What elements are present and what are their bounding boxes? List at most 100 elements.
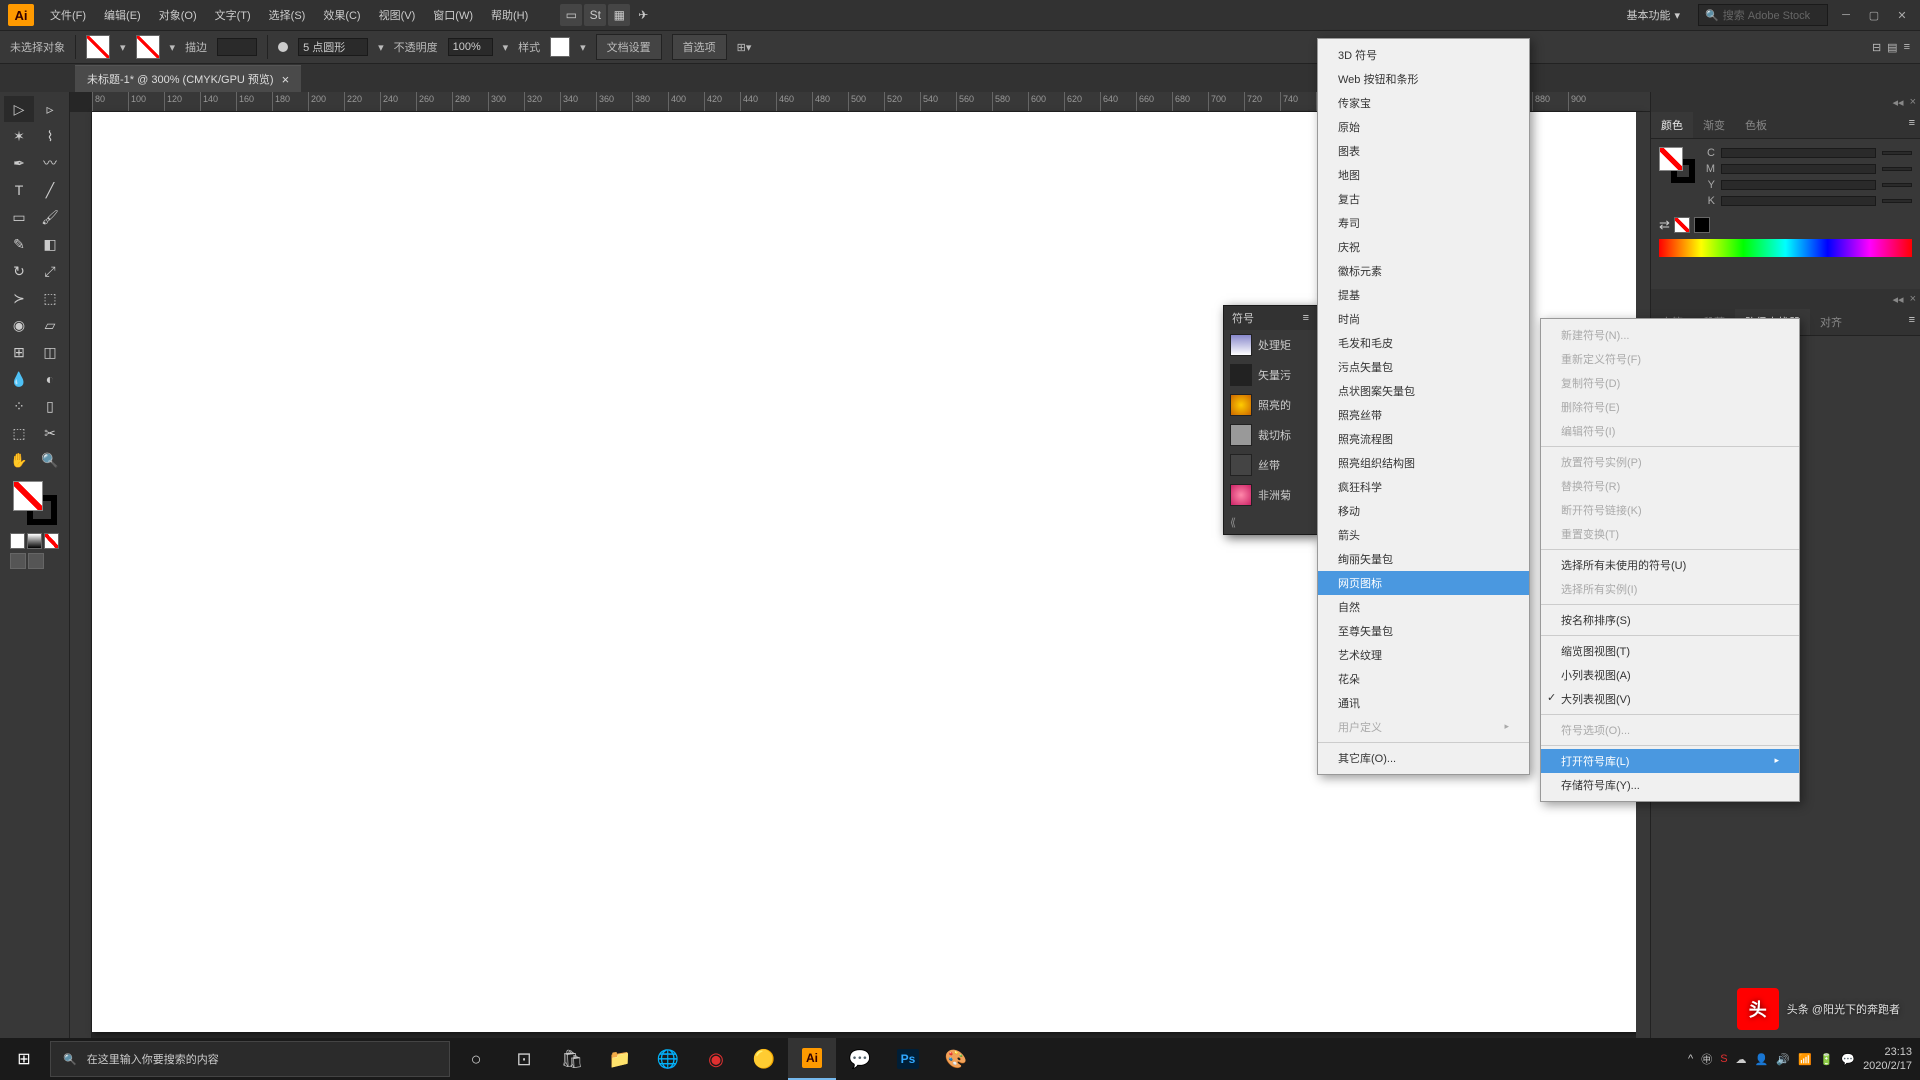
library-item[interactable]: 箭头: [1318, 523, 1529, 547]
tab-swatches[interactable]: 色板: [1735, 112, 1777, 138]
menu-view[interactable]: 视图(V): [371, 3, 424, 27]
menu-object[interactable]: 对象(O): [151, 3, 205, 27]
menu-help[interactable]: 帮助(H): [483, 3, 536, 27]
minimize-button[interactable]: ─: [1836, 7, 1856, 23]
library-item[interactable]: 传家宝: [1318, 91, 1529, 115]
screen-mode-normal[interactable]: [10, 553, 26, 569]
align-icon[interactable]: ⊞▾: [737, 41, 752, 54]
c-slider[interactable]: [1721, 148, 1876, 158]
library-item[interactable]: 通讯: [1318, 691, 1529, 715]
color-mode-solid[interactable]: [10, 533, 25, 549]
pen-tool[interactable]: ✒: [4, 150, 34, 176]
color-mode-none[interactable]: [44, 533, 59, 549]
brush-input[interactable]: [298, 38, 368, 56]
gpu-icon[interactable]: ✈: [632, 4, 654, 26]
y-value[interactable]: [1882, 183, 1912, 187]
tab-gradient[interactable]: 渐变: [1693, 112, 1735, 138]
blend-tool[interactable]: ◐: [35, 366, 65, 392]
library-item[interactable]: 点状图案矢量包: [1318, 379, 1529, 403]
library-item[interactable]: 移动: [1318, 499, 1529, 523]
library-item[interactable]: 艺术纹理: [1318, 643, 1529, 667]
workspace-selector[interactable]: 基本功能 ▾: [1616, 4, 1690, 26]
illustrator-taskbar-icon[interactable]: Ai: [788, 1038, 836, 1080]
menubar-icon-1[interactable]: ▭: [560, 4, 582, 26]
library-item[interactable]: 照亮组织结构图: [1318, 451, 1529, 475]
stroke-weight-input[interactable]: [217, 38, 257, 56]
taskbar-search[interactable]: 🔍 在这里输入你要搜索的内容: [50, 1041, 450, 1077]
close-panel-icon[interactable]: ×: [1910, 96, 1916, 108]
browser-icon[interactable]: 🌐: [644, 1038, 692, 1080]
library-item[interactable]: 毛发和毛皮: [1318, 331, 1529, 355]
task-view-icon[interactable]: ⊡: [500, 1038, 548, 1080]
menu-edit[interactable]: 编辑(E): [96, 3, 149, 27]
collapse-icon[interactable]: ◂◂: [1893, 96, 1904, 109]
perspective-tool[interactable]: ▱: [35, 312, 65, 338]
color-mode-gradient[interactable]: [27, 533, 42, 549]
preferences-button[interactable]: 首选项: [672, 34, 727, 60]
photoshop-icon[interactable]: Ps: [884, 1038, 932, 1080]
maximize-button[interactable]: ▢: [1864, 7, 1884, 23]
flyout-item[interactable]: 缩览图视图(T): [1541, 639, 1799, 663]
ruler-vertical[interactable]: [70, 112, 92, 1058]
width-tool[interactable]: ≻: [4, 285, 34, 311]
start-button[interactable]: ⊞: [0, 1038, 48, 1080]
library-item[interactable]: 自然: [1318, 595, 1529, 619]
brush-tool[interactable]: 🖌: [35, 204, 65, 230]
library-item[interactable]: 时尚: [1318, 307, 1529, 331]
library-item[interactable]: 提基: [1318, 283, 1529, 307]
tray-people-icon[interactable]: 👤: [1755, 1053, 1769, 1066]
color-spectrum[interactable]: [1659, 239, 1912, 257]
y-slider[interactable]: [1721, 180, 1876, 190]
tray-cloud-icon[interactable]: ☁: [1736, 1053, 1747, 1066]
paint-icon[interactable]: 🎨: [932, 1038, 980, 1080]
library-item[interactable]: 花朵: [1318, 667, 1529, 691]
panel-menu-icon[interactable]: ≡: [1904, 112, 1920, 138]
library-item[interactable]: 污点矢量包: [1318, 355, 1529, 379]
m-slider[interactable]: [1721, 164, 1876, 174]
tab-align[interactable]: 对齐: [1810, 309, 1852, 335]
flyout-item[interactable]: 大列表视图(V): [1541, 687, 1799, 711]
wechat-icon[interactable]: 💬: [836, 1038, 884, 1080]
library-item[interactable]: 照亮丝带: [1318, 403, 1529, 427]
tray-action-icon[interactable]: 💬: [1841, 1053, 1855, 1066]
magic-wand-tool[interactable]: ✶: [4, 123, 34, 149]
symbol-spray-tool[interactable]: ⁘: [4, 393, 34, 419]
style-swatch[interactable]: [550, 37, 570, 57]
zoom-tool[interactable]: 🔍: [35, 447, 65, 473]
slice-tool[interactable]: ✂: [35, 420, 65, 446]
menu-type[interactable]: 文字(T): [207, 3, 259, 27]
menu-file[interactable]: 文件(F): [42, 3, 94, 27]
graph-tool[interactable]: ▯: [35, 393, 65, 419]
taskbar-clock[interactable]: 23:13 2020/2/17: [1863, 1045, 1912, 1074]
symbol-item[interactable]: 丝带: [1224, 450, 1317, 480]
library-item[interactable]: Web 按钮和条形: [1318, 67, 1529, 91]
artboard-tool[interactable]: ⬚: [4, 420, 34, 446]
none-color[interactable]: [1674, 217, 1690, 233]
line-tool[interactable]: ╱: [35, 177, 65, 203]
doc-setup-button[interactable]: 文档设置: [596, 34, 662, 60]
optbar-icon-2[interactable]: ▤: [1887, 41, 1897, 54]
curvature-tool[interactable]: 〰: [35, 150, 65, 176]
symbol-item[interactable]: 非洲菊: [1224, 480, 1317, 510]
rotate-tool[interactable]: ↻: [4, 258, 34, 284]
library-item[interactable]: 网页图标: [1318, 571, 1529, 595]
optbar-icon-1[interactable]: ⊟: [1872, 41, 1881, 54]
symbols-panel-menu-icon[interactable]: ≡: [1303, 312, 1309, 324]
library-item[interactable]: 原始: [1318, 115, 1529, 139]
cortana-icon[interactable]: ○: [452, 1038, 500, 1080]
symbol-item[interactable]: 处理矩: [1224, 330, 1317, 360]
symbol-item[interactable]: 矢量污: [1224, 360, 1317, 390]
stroke-swatch[interactable]: [136, 35, 160, 59]
document-tab[interactable]: 未标题-1* @ 300% (CMYK/GPU 预览) ×: [75, 65, 301, 92]
eyedropper-tool[interactable]: 💧: [4, 366, 34, 392]
library-item[interactable]: 疯狂科学: [1318, 475, 1529, 499]
panel-fill[interactable]: [1659, 147, 1683, 171]
fill-color[interactable]: [13, 481, 43, 511]
scale-tool[interactable]: ⤢: [35, 258, 65, 284]
tray-input-icon[interactable]: S: [1720, 1053, 1727, 1065]
flyout-item[interactable]: 存储符号库(Y)...: [1541, 773, 1799, 797]
mesh-tool[interactable]: ⊞: [4, 339, 34, 365]
tray-ime-icon[interactable]: ㊥: [1701, 1051, 1712, 1067]
explorer-icon[interactable]: 📁: [596, 1038, 644, 1080]
library-item[interactable]: 地图: [1318, 163, 1529, 187]
